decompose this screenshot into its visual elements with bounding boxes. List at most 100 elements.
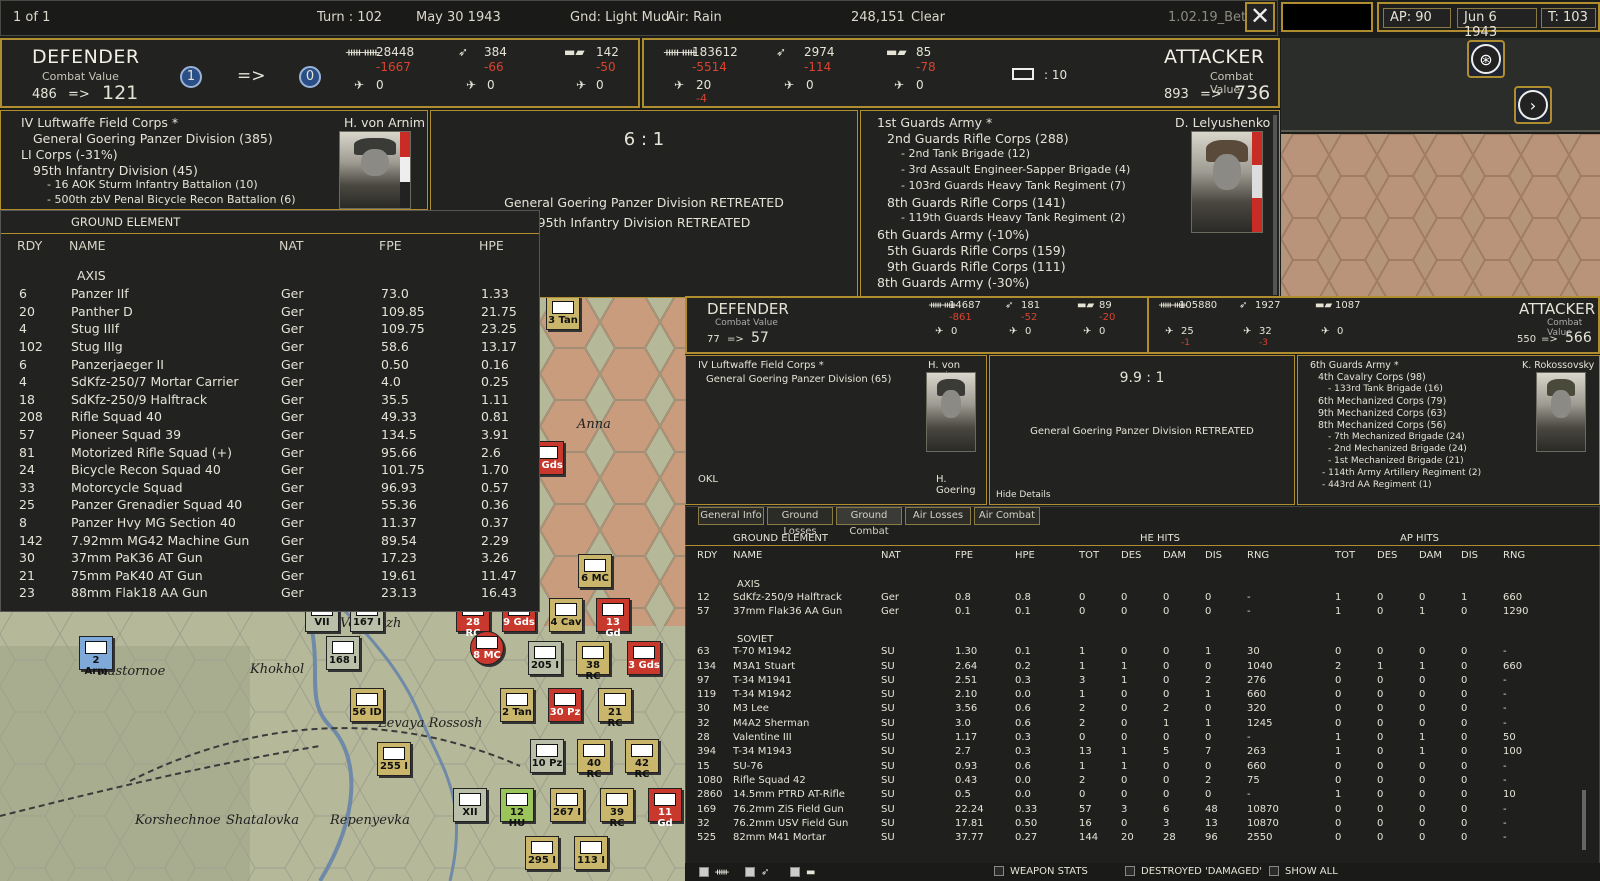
unit-counter[interactable]: 3 Tan bbox=[546, 296, 580, 330]
unit-counter[interactable]: 8 MC bbox=[470, 631, 504, 665]
col-header[interactable]: NAT bbox=[881, 546, 955, 564]
attacker-unit[interactable]: - 443rd AA Regiment (1) bbox=[1322, 480, 1432, 490]
attacker-unit[interactable]: 4th Cavalry Corps (98) bbox=[1318, 372, 1426, 383]
unit-counter[interactable]: 40 RC bbox=[577, 739, 611, 780]
table-row[interactable]: 12 SdKfz-250/9 Halftrack Ger 0.8 0.8 0 0 0 0 - 1 0 0… bbox=[697, 590, 1563, 604]
col-header[interactable]: HPE bbox=[1015, 546, 1079, 564]
unit-counter[interactable]: 10 Pz bbox=[530, 739, 564, 773]
unit-counter[interactable]: 11 Gd bbox=[648, 788, 682, 829]
defender-unit[interactable]: 95th Infantry Division (45) bbox=[33, 163, 198, 178]
col-nat[interactable]: NAT bbox=[279, 235, 379, 255]
unit-counter[interactable]: 38 RC bbox=[576, 641, 610, 682]
col-header[interactable]: DES bbox=[1121, 546, 1163, 564]
col-header[interactable]: TOT bbox=[1079, 546, 1121, 564]
table-row[interactable]: 32 M4A2 Sherman SU 3.0 0.6 2 0 1 1 1245 0 0 0 0 - bbox=[697, 716, 1563, 730]
defender-unit[interactable]: General Goering Panzer Division (385) bbox=[33, 131, 273, 146]
col-header[interactable]: DIS bbox=[1205, 546, 1247, 564]
table-row[interactable]: 134 M3A1 Stuart SU 2.64 0.2 1 1 0 0 1040 2 1 1 0 660 bbox=[697, 659, 1563, 673]
unit-counter[interactable]: 30 Pz bbox=[548, 688, 582, 722]
unit-counter[interactable]: 6 MC bbox=[578, 554, 612, 588]
close-button[interactable]: ✕ bbox=[1245, 2, 1275, 32]
table-row[interactable]: 119 T-34 M1942 SU 2.10 0.0 1 0 0 1 660 0 0 0 0 - bbox=[697, 687, 1563, 701]
defender-unit[interactable]: - 16 AOK Sturm Infantry Battalion (10) bbox=[47, 178, 258, 191]
unit-counter[interactable]: 13 Gd bbox=[596, 598, 630, 639]
hide-details-button[interactable]: Hide Details bbox=[996, 490, 1051, 500]
unit-counter[interactable]: 113 I bbox=[574, 836, 608, 870]
table-row[interactable]: 21 75mm PaK40 AT Gun Ger 19.61 11.47 bbox=[17, 567, 539, 585]
col-header[interactable]: DAM bbox=[1163, 546, 1205, 564]
table-row[interactable]: 28 Valentine III SU 1.17 0.3 0 0 0 0 - 1 0 1 0 50 bbox=[697, 730, 1563, 744]
unit-counter[interactable]: XII bbox=[453, 788, 487, 822]
attacker-unit[interactable]: 9th Guards Rifle Corps (111) bbox=[887, 259, 1066, 274]
attacker-unit[interactable]: 8th Guards Army (-30%) bbox=[877, 275, 1029, 290]
scrollbar[interactable] bbox=[1582, 790, 1586, 850]
attacker-unit[interactable]: - 119th Guards Heavy Tank Regiment (2) bbox=[901, 211, 1126, 224]
attacker-unit[interactable]: - 133rd Tank Brigade (16) bbox=[1328, 384, 1443, 394]
unit-counter[interactable]: 2 Arm bbox=[79, 636, 113, 677]
table-row[interactable]: 97 T-34 M1941 SU 2.51 0.3 3 1 0 2 276 0 0 0 0 - bbox=[697, 673, 1563, 687]
show-all-checkbox[interactable]: SHOW ALL bbox=[1269, 866, 1338, 877]
table-row[interactable]: 208 Rifle Squad 40 Ger 49.33 0.81 bbox=[17, 408, 539, 426]
table-row[interactable]: 15 SU-76 SU 0.93 0.6 1 1 0 0 660 0 0 0 0 - bbox=[697, 759, 1563, 773]
attacker-unit[interactable]: 2nd Guards Rifle Corps (288) bbox=[887, 131, 1069, 146]
tab-general-info[interactable]: General Info bbox=[698, 507, 764, 525]
table-row[interactable]: 81 Motorized Rifle Squad (+) Ger 95.66 2.6 bbox=[17, 443, 539, 461]
attacker-unit[interactable]: 1st Guards Army * bbox=[877, 115, 992, 130]
col-header[interactable]: RNG bbox=[1503, 546, 1563, 564]
table-row[interactable]: 23 88mm Flak18 AA Gun Ger 23.13 16.43 bbox=[17, 584, 539, 602]
col-header[interactable]: TOT bbox=[1335, 546, 1377, 564]
attacker-unit[interactable]: 8th Mechanized Corps (56) bbox=[1318, 420, 1446, 431]
unit-counter[interactable]: 2 Tan bbox=[500, 688, 534, 722]
table-row[interactable]: 4 Stug IIIf Ger 109.75 23.25 bbox=[17, 320, 539, 338]
table-row[interactable]: 6 Panzerjaeger II Ger 0.50 0.16 bbox=[17, 355, 539, 373]
table-row[interactable]: 32 76.2mm USV Field Gun SU 17.81 0.50 16 0 3 13 1… bbox=[697, 816, 1563, 830]
tab-air-losses[interactable]: Air Losses bbox=[905, 507, 971, 525]
unit-counter[interactable]: 3 Gds bbox=[627, 641, 661, 675]
tank-unit-button[interactable]: ⊛ bbox=[1467, 40, 1505, 78]
table-row[interactable]: 30 37mm PaK36 AT Gun Ger 17.23 3.26 bbox=[17, 549, 539, 567]
col-header[interactable]: RDY bbox=[697, 546, 733, 564]
table-row[interactable]: 18 SdKfz-250/9 Halftrack Ger 35.5 1.11 bbox=[17, 391, 539, 409]
col-header[interactable]: DIS bbox=[1461, 546, 1503, 564]
table-row[interactable]: 33 Motorcycle Squad Ger 96.93 0.57 bbox=[17, 479, 539, 497]
attacker-unit[interactable]: - 7th Mechanized Brigade (24) bbox=[1328, 432, 1465, 442]
table-row[interactable]: 169 76.2mm ZiS Field Gun SU 22.24 0.33 57 3 6 48… bbox=[697, 802, 1563, 816]
table-row[interactable]: 102 Stug IIIg Ger 58.6 13.17 bbox=[17, 338, 539, 356]
col-header[interactable]: DAM bbox=[1419, 546, 1461, 564]
unit-counter[interactable]: 295 I bbox=[525, 836, 559, 870]
scrollbar[interactable] bbox=[1273, 115, 1277, 295]
table-row[interactable]: 57 Pioneer Squad 39 Ger 134.5 3.91 bbox=[17, 426, 539, 444]
table-row[interactable]: 8 Panzer Hvy MG Section 40 Ger 11.37 0.37 bbox=[17, 514, 539, 532]
defender-unit[interactable]: General Goering Panzer Division (65) bbox=[706, 374, 891, 385]
table-row[interactable]: 142 7.92mm MG42 Machine Gun Ger 89.54 2.29 bbox=[17, 531, 539, 549]
unit-counter[interactable]: 168 I bbox=[326, 636, 360, 670]
col-hpe[interactable]: HPE bbox=[479, 235, 539, 255]
unit-counter[interactable]: 205 I bbox=[528, 641, 562, 675]
table-row[interactable]: 57 37mm Flak36 AA Gun Ger 0.1 0.1 0 0 0 0 - 1 0 1 0 12… bbox=[697, 604, 1563, 618]
col-rdy[interactable]: RDY bbox=[17, 235, 69, 255]
next-turn-button[interactable]: › bbox=[1514, 86, 1552, 124]
table-row[interactable]: 525 82mm M41 Mortar SU 37.77 0.27 144 20 28 96 25… bbox=[697, 830, 1563, 844]
table-row[interactable]: 30 M3 Lee SU 3.56 0.6 2 0 2 0 320 0 0 0 0 - bbox=[697, 702, 1563, 716]
attacker-unit[interactable]: 6th Guards Army (-10%) bbox=[877, 227, 1029, 242]
col-fpe[interactable]: FPE bbox=[379, 235, 479, 255]
filter-men-checkbox[interactable]: ᚔ bbox=[699, 867, 729, 878]
unit-counter[interactable]: 39 RC bbox=[600, 788, 634, 829]
attacker-unit[interactable]: 6th Mechanized Corps (79) bbox=[1318, 396, 1446, 407]
attacker-unit[interactable]: 6th Guards Army * bbox=[1310, 360, 1399, 371]
attacker-unit[interactable]: 9th Mechanized Corps (63) bbox=[1318, 408, 1446, 419]
filter-guns-checkbox[interactable]: ➶ bbox=[745, 867, 769, 878]
defender-unit[interactable]: LI Corps (-31%) bbox=[21, 147, 118, 162]
unit-counter[interactable]: 42 RC bbox=[625, 739, 659, 780]
map-view-right[interactable] bbox=[1281, 134, 1600, 298]
table-row[interactable]: 2860 14.5mm PTRD AT-Rifle SU 0.5 0.0 0 0 0 0-1 0 0… bbox=[697, 788, 1563, 802]
table-row[interactable]: 63 T-70 M1942 SU 1.30 0.1 1 0 0 1 30 0 0 0 0 - bbox=[697, 645, 1563, 659]
table-row[interactable]: 6 Panzer IIf Ger 73.0 1.33 bbox=[17, 285, 539, 303]
attacker-unit[interactable]: 5th Guards Rifle Corps (159) bbox=[887, 243, 1066, 258]
filter-afv-checkbox[interactable]: ▬ bbox=[790, 867, 815, 878]
defender-unit[interactable]: IV Luftwaffe Field Corps * bbox=[21, 115, 178, 130]
unit-counter[interactable]: 56 ID bbox=[350, 688, 384, 722]
table-row[interactable]: 25 Panzer Grenadier Squad 40 Ger 55.36 0.36 bbox=[17, 496, 539, 514]
unit-counter[interactable]: 21 RC bbox=[598, 688, 632, 729]
attacker-unit[interactable]: 8th Guards Rifle Corps (141) bbox=[887, 195, 1066, 210]
